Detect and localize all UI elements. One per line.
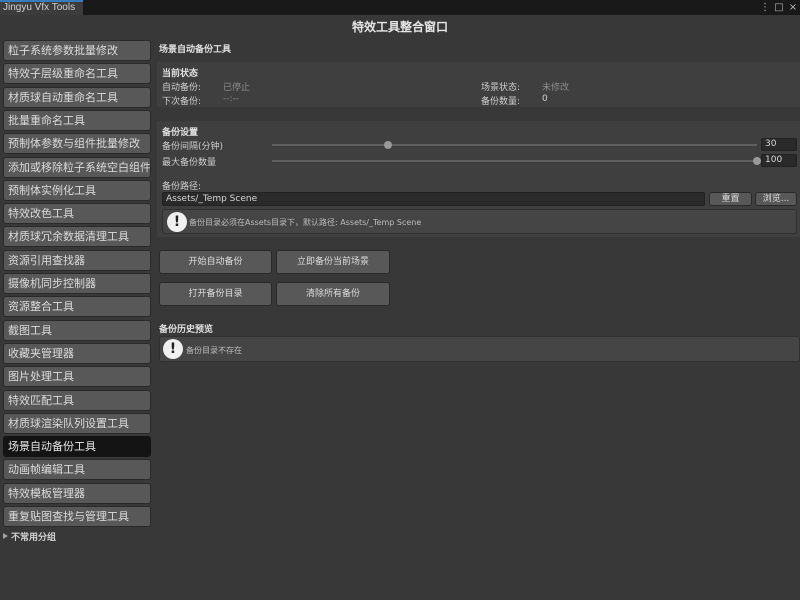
start-auto-backup-button[interactable]: 开始自动备份 xyxy=(159,250,272,274)
sidebar-item[interactable]: 批量重命名工具 xyxy=(3,110,151,131)
interval-label: 备份间隔(分钟) xyxy=(162,142,224,152)
sidebar-item[interactable]: 资源整合工具 xyxy=(3,296,151,317)
maximize-icon[interactable]: □ xyxy=(772,0,786,15)
status-title: 当前状态 xyxy=(162,69,199,79)
sidebar-item[interactable]: 资源引用查找器 xyxy=(3,250,151,271)
open-backup-dir-button[interactable]: 打开备份目录 xyxy=(159,282,272,306)
sidebar-item[interactable]: 特效匹配工具 xyxy=(3,390,151,411)
sidebar-item[interactable]: 重复贴图查找与管理工具 xyxy=(3,506,151,527)
interval-slider-track[interactable] xyxy=(272,144,757,146)
backup-count-value: 0 xyxy=(542,94,548,104)
browse-button[interactable]: 浏览... xyxy=(755,192,797,206)
sidebar-item[interactable]: 摄像机同步控制器 xyxy=(3,273,151,294)
sidebar-item[interactable]: 预制体参数与组件批量修改 xyxy=(3,133,151,154)
sidebar-item[interactable]: 场景自动备份工具 xyxy=(3,436,151,457)
sidebar-item[interactable]: 动画帧编辑工具 xyxy=(3,459,151,480)
tab-jingyu-vfx-tools[interactable]: Jingyu Vfx Tools xyxy=(0,0,83,15)
interval-field[interactable]: 30 xyxy=(761,138,797,151)
info-icon: ! xyxy=(163,339,183,359)
interval-slider-handle[interactable] xyxy=(384,141,393,149)
settings-title: 备份设置 xyxy=(162,128,199,138)
expand-triangle-icon xyxy=(3,533,8,539)
window-title: 特效工具整合窗口 xyxy=(351,20,448,34)
group-label: 不常用分组 xyxy=(11,533,57,543)
max-count-slider-track[interactable] xyxy=(272,160,757,162)
sidebar-item[interactable]: 特效模板管理器 xyxy=(3,483,151,504)
tab-strip: Jingyu Vfx Tools ⋮ □ × xyxy=(0,0,800,15)
sidebar-item[interactable]: 材质球渲染队列设置工具 xyxy=(3,413,151,434)
scene-state-label: 场景状态: xyxy=(481,83,521,93)
path-input[interactable]: Assets/_Temp Scene xyxy=(162,192,705,206)
auto-backup-label: 自动备份: xyxy=(162,83,202,93)
next-backup-value: --:-- xyxy=(223,94,240,104)
sidebar-item[interactable]: 材质球冗余数据清理工具 xyxy=(3,226,151,247)
warning-icon: ! xyxy=(167,212,187,232)
next-backup-label: 下次备份: xyxy=(162,97,202,107)
scene-state-value: 未修改 xyxy=(542,83,570,93)
backup-now-button[interactable]: 立即备份当前场景 xyxy=(276,250,390,274)
settings-panel: 备份设置 备份间隔(分钟) 30 最大备份数量 100 备份路径: Assets… xyxy=(157,121,800,237)
max-count-slider-handle[interactable] xyxy=(753,157,761,165)
auto-backup-value: 已停止 xyxy=(223,83,251,93)
sidebar-item[interactable]: 收藏夹管理器 xyxy=(3,343,151,364)
content-header: 场景自动备份工具 xyxy=(159,45,232,55)
backup-count-label: 备份数量: xyxy=(481,97,521,107)
more-menu-icon[interactable]: ⋮ xyxy=(758,0,772,15)
sidebar-item[interactable]: 特效改色工具 xyxy=(3,203,151,224)
path-label: 备份路径: xyxy=(162,182,202,192)
history-help-box: ! 备份目录不存在 xyxy=(159,336,800,362)
path-help-box: ! 备份目录必须在Assets目录下，默认路径: Assets/_Temp Sc… xyxy=(162,209,797,234)
sidebar-item[interactable]: 预制体实例化工具 xyxy=(3,180,151,201)
sidebar-item[interactable]: 特效子层级重命名工具 xyxy=(3,63,151,84)
sidebar-item[interactable]: 添加或移除粒子系统空白组件 xyxy=(3,157,151,178)
sidebar: 粒子系统参数批量修改 特效子层级重命名工具 材质球自动重命名工具 批量重命名工具 预制体… xyxy=(0,38,154,600)
reset-path-button[interactable]: 重置 xyxy=(709,192,752,206)
close-icon[interactable]: × xyxy=(786,0,800,15)
history-title: 备份历史预览 xyxy=(159,325,214,335)
status-panel: 当前状态 自动备份: 已停止 下次备份: --:-- 场景状态: 未修改 备份数… xyxy=(157,62,800,107)
clear-all-backups-button[interactable]: 清除所有备份 xyxy=(276,282,390,306)
history-message: 备份目录不存在 xyxy=(186,346,242,355)
sidebar-item[interactable]: 粒子系统参数批量修改 xyxy=(3,40,151,61)
max-count-label: 最大备份数量 xyxy=(162,158,217,168)
sidebar-item[interactable]: 材质球自动重命名工具 xyxy=(3,87,151,108)
sidebar-item[interactable]: 截图工具 xyxy=(3,320,151,341)
sidebar-item[interactable]: 图片处理工具 xyxy=(3,366,151,387)
group-toggle-uncommon[interactable]: 不常用分组 xyxy=(3,531,151,545)
path-help-text: 备份目录必须在Assets目录下，默认路径: Assets/_Temp Scen… xyxy=(189,218,422,227)
max-count-field[interactable]: 100 xyxy=(761,154,797,167)
